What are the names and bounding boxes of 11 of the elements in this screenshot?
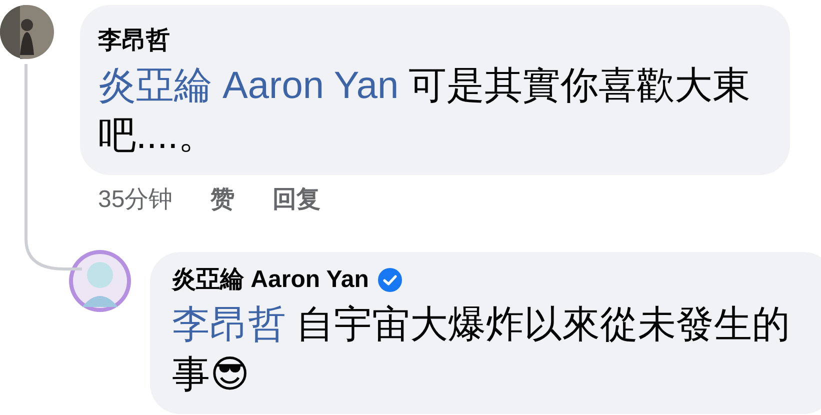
avatar: [68, 249, 132, 313]
comment-text: 李昂哲 自宇宙大爆炸以來從未發生的事😎: [172, 303, 791, 398]
action-link[interactable]: 回复: [272, 183, 321, 215]
mention-link[interactable]: 炎亞綸 Aaron Yan: [98, 65, 399, 107]
author-name[interactable]: 炎亞綸 Aaron Yan: [172, 264, 369, 296]
author-name[interactable]: 李昂哲: [98, 25, 170, 57]
timestamp: 35分钟: [98, 185, 173, 215]
avatar: [0, 5, 54, 59]
mention-link[interactable]: 李昂哲: [172, 304, 286, 346]
action-link[interactable]: 赞: [210, 183, 235, 215]
comment-text: 炎亞綸 Aaron Yan 可是其實你喜歡大東吧....。: [98, 64, 752, 159]
